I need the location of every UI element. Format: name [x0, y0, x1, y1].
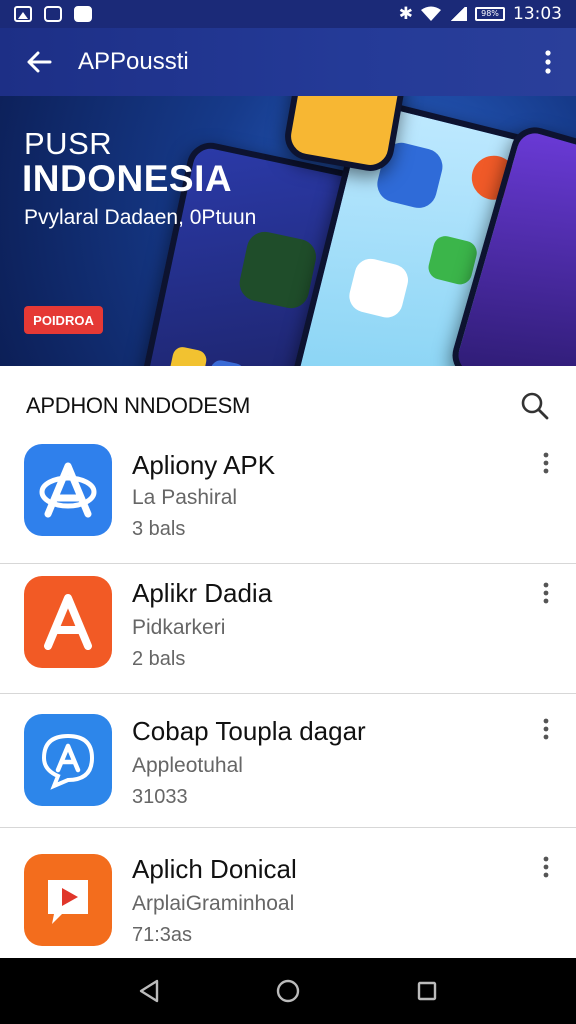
status-right-icons: ✱ 98% 13:03 [399, 4, 562, 24]
more-vertical-icon [543, 856, 549, 878]
search-icon [521, 392, 549, 420]
nav-home-button[interactable] [268, 971, 308, 1011]
app-chat-a-icon [24, 714, 112, 806]
wifi-icon [421, 6, 441, 21]
more-vertical-icon [545, 50, 551, 74]
divider [0, 827, 576, 828]
app-play-icon [24, 854, 112, 946]
app-size: 2 bals [132, 648, 186, 670]
status-time: 13:03 [513, 4, 562, 24]
list-item[interactable]: Aplich Donical ArplaiGraminhoal 71:3as [0, 832, 576, 958]
back-triangle-icon [140, 979, 159, 1003]
section-title: APDHON NNDODESM [26, 393, 251, 418]
app-size: 71:3as [132, 924, 193, 946]
app-name: Aplich Donical [132, 854, 297, 884]
list-item[interactable]: Cobap Toupla dagar Appleotuhal 31033 [0, 694, 576, 828]
search-button[interactable] [520, 391, 550, 421]
battery-icon: 98% [475, 7, 505, 21]
navigation-bar [0, 958, 576, 1024]
status-bar: ✱ 98% 13:03 [0, 0, 576, 28]
bluetooth-icon: ✱ [398, 4, 413, 24]
image-icon [14, 6, 32, 22]
back-button[interactable] [0, 28, 78, 96]
app-more-button[interactable] [533, 448, 559, 478]
phone-app-blue [205, 358, 247, 366]
status-left-icons [14, 6, 92, 22]
app-name: Cobap Toupla dagar [132, 716, 366, 746]
nav-back-button[interactable] [129, 971, 169, 1011]
app-more-button[interactable] [533, 852, 559, 882]
overflow-menu-button[interactable] [520, 28, 576, 96]
app-subtitle: Pidkarkeri [132, 616, 226, 639]
banner-action-button[interactable]: POIDROA [24, 306, 103, 334]
app-name: Apliony APK [132, 450, 276, 480]
phone-screen-card [236, 228, 320, 312]
app-subtitle: ArplaiGraminhoal [132, 892, 295, 915]
list-item[interactable]: Apliony APK La Pashiral 3 bals [0, 430, 576, 564]
app-subtitle: Appleotuhal [132, 754, 243, 777]
more-vertical-icon [543, 718, 549, 740]
recents-square-icon [417, 981, 436, 1001]
app-bar: APPoussti [0, 28, 576, 96]
message-icon [44, 6, 62, 22]
banner-subtitle: PUSR [24, 126, 113, 161]
app-size: 31033 [132, 786, 188, 808]
list-item[interactable]: Aplikr Dadia Pidkarkeri 2 bals [0, 560, 576, 694]
app-more-button[interactable] [533, 578, 559, 608]
banner-tagline: Pvylaral Dadaen, 0Ptuun [24, 206, 257, 229]
app-size: 3 bals [132, 518, 186, 540]
app-title: APPoussti [78, 48, 189, 75]
app-more-button[interactable] [533, 714, 559, 744]
app-name: Aplikr Dadia [132, 578, 273, 608]
more-vertical-icon [543, 452, 549, 474]
phone-app-light [345, 255, 412, 321]
more-vertical-icon [543, 582, 549, 604]
app-letter-a-icon [24, 576, 112, 668]
app-subtitle: La Pashiral [132, 486, 238, 509]
battery-level: 98% [481, 9, 499, 18]
promo-banner[interactable]: PUSR INDONESIA Pvylaral Dadaen, 0Ptuun P… [0, 96, 576, 366]
app-a-icon [24, 444, 112, 536]
phone-app-chrome [167, 345, 209, 366]
nav-recents-button[interactable] [407, 971, 447, 1011]
youtube-icon [74, 6, 92, 22]
phone-app-green [425, 233, 480, 287]
home-circle-icon [276, 979, 300, 1003]
banner-title: INDONESIA [22, 158, 233, 199]
signal-icon [449, 7, 467, 21]
arrow-left-icon [27, 51, 52, 73]
